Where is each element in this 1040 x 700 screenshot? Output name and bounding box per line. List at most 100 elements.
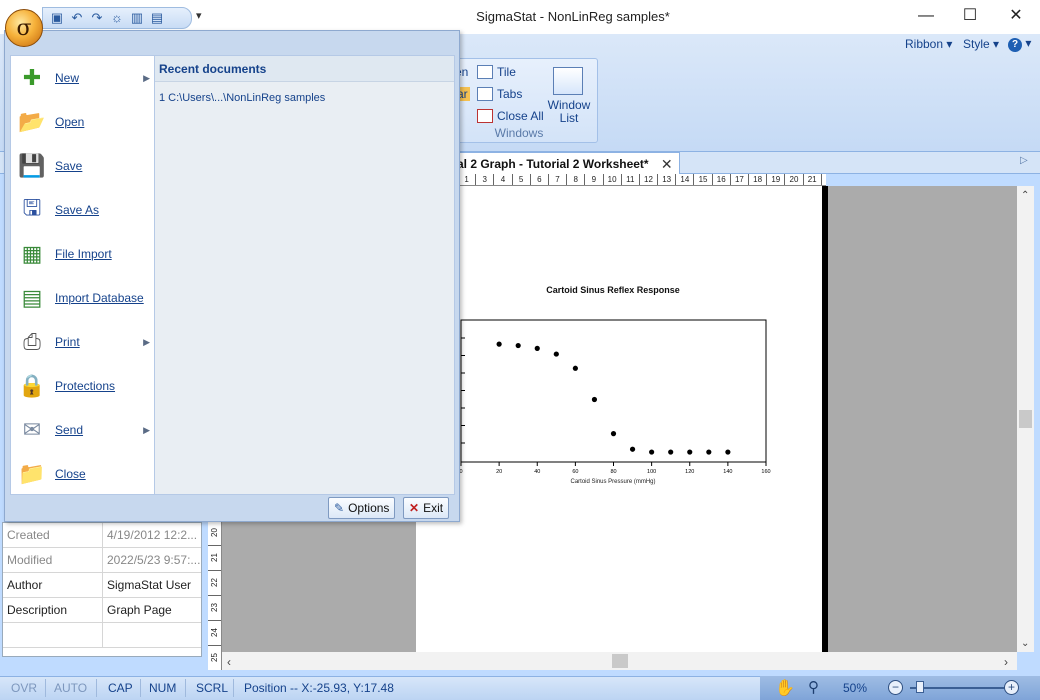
data-point[interactable] — [629, 446, 636, 452]
vertical-scroll-thumb[interactable] — [1019, 410, 1032, 428]
help-button[interactable]: ? ▾ — [1008, 36, 1031, 52]
menu-item-send[interactable]: ✉ Send ▶ — [11, 408, 156, 452]
data-point[interactable] — [725, 449, 731, 455]
menu-item-import-database[interactable]: ▤ Import Database — [11, 276, 156, 320]
horizontal-scroll-thumb[interactable] — [612, 654, 628, 668]
menu-item-close[interactable]: 📁 Close — [11, 452, 156, 496]
recent-document-item[interactable]: 1 C:\Users\...\NonLinReg samples — [159, 92, 325, 104]
zoom-out-icon[interactable]: − — [888, 680, 903, 695]
zoom-in-icon[interactable]: + — [1004, 680, 1019, 695]
chevron-down-icon: ▾ — [993, 37, 1000, 51]
property-row[interactable] — [3, 623, 201, 648]
property-row[interactable]: Description Graph Page — [3, 598, 201, 623]
chart-x-axis-label: Cartoid Sinus Pressure (mmHg) — [570, 479, 656, 485]
zoom-level: 50% — [843, 681, 868, 695]
status-separator — [233, 679, 234, 697]
x-tick-label: 40 — [534, 469, 540, 475]
tab-graph-page[interactable]: al 2 Graph - Tutorial 2 Worksheet* ✕ — [452, 152, 680, 174]
ruler-tick: 18 — [749, 174, 768, 185]
scroll-up-icon[interactable]: ⌃ — [1021, 190, 1029, 201]
window-list-button[interactable]: Window List — [541, 99, 597, 125]
menu-item-save-as[interactable]: 🖫 Save As — [11, 188, 156, 232]
tab-scroll-right-icon[interactable]: ▷ — [1020, 155, 1028, 166]
import-database-icon: ▤ — [21, 285, 43, 310]
data-point[interactable] — [496, 341, 502, 347]
ruler-tick: 9 — [585, 174, 604, 185]
menu-item-open[interactable]: 📂 Open — [11, 100, 156, 144]
data-point[interactable] — [687, 449, 693, 455]
scatter-chart[interactable]: 0 20 40 60 80 100 120 140 160 — [458, 318, 778, 478]
ruler-tick: 1 — [458, 174, 477, 185]
ruler-tick: 11 — [622, 174, 640, 185]
hand-tool-icon[interactable]: ✋ — [775, 678, 795, 698]
close-all-label: Close All — [497, 109, 544, 123]
scroll-down-icon[interactable]: ⌄ — [1021, 638, 1029, 649]
zoom-slider-thumb[interactable] — [916, 681, 924, 693]
printer-icon: ⎙ — [23, 329, 41, 354]
x-tick-label: 100 — [647, 469, 656, 475]
property-key: Created — [3, 523, 103, 547]
ruler-tick: 3 — [476, 174, 495, 185]
data-point[interactable] — [534, 345, 540, 351]
application-button[interactable]: σ — [5, 9, 43, 47]
close-tab-icon[interactable]: ✕ — [661, 153, 673, 175]
minimize-button[interactable]: — — [904, 4, 948, 28]
options-button[interactable]: ✎ Options — [328, 497, 396, 519]
style-menu[interactable]: Style ▾ — [963, 37, 999, 51]
data-point[interactable] — [668, 449, 674, 455]
exit-button[interactable]: ✕ Exit — [403, 497, 450, 519]
property-row[interactable]: Modified 2022/5/23 9:57:... — [3, 548, 201, 573]
zoom-slider[interactable] — [910, 687, 1004, 689]
data-point[interactable] — [591, 396, 598, 403]
ruler-tick: 13 — [658, 174, 677, 185]
application-menu: ✚ New ▶ 📂 Open 💾 Save 🖫 Save As ▦ File Import ▤ Impo… — [4, 30, 460, 522]
window-list-icon[interactable] — [553, 67, 583, 95]
menu-item-print[interactable]: ⎙ Print ▶ — [11, 320, 156, 364]
ruler-tick: 16 — [713, 174, 731, 185]
data-point[interactable] — [649, 449, 655, 455]
options-label: Options — [348, 501, 390, 515]
close-folder-icon: 📁 — [18, 461, 46, 486]
property-row[interactable]: Created 4/19/2012 12:2... — [3, 523, 201, 548]
tabs-button[interactable]: Tabs — [477, 87, 522, 101]
tile-label: Tile — [497, 65, 516, 79]
property-value: SigmaStat User — [107, 578, 192, 592]
submenu-arrow-icon: ▶ — [143, 336, 150, 347]
maximize-button[interactable]: ☐ — [948, 4, 992, 28]
status-cap: CAP — [108, 681, 133, 695]
submenu-arrow-icon: ▶ — [143, 424, 150, 435]
tile-button[interactable]: Tile — [477, 65, 516, 79]
scroll-left-icon[interactable]: ‹ — [227, 655, 231, 669]
help-icon: ? — [1008, 38, 1022, 52]
property-value — [103, 623, 201, 647]
title-bar: ▣ ↶ ↷ ☼ ▥ ▤ ▾ SigmaStat - NonLinReg samp… — [0, 0, 1040, 34]
scroll-right-icon[interactable]: › — [1004, 655, 1008, 669]
close-all-button[interactable]: Close All — [477, 109, 544, 123]
chart-title: Cartoid Sinus Reflex Response — [546, 285, 680, 295]
application-menu-commands: ✚ New ▶ 📂 Open 💾 Save 🖫 Save As ▦ File Import ▤ Impo… — [10, 55, 155, 495]
property-value: 4/19/2012 12:2... — [107, 528, 198, 542]
menu-item-new[interactable]: ✚ New ▶ — [11, 56, 156, 100]
ribbon-menu[interactable]: Ribbon ▾ — [905, 37, 952, 51]
menu-item-file-import[interactable]: ▦ File Import — [11, 232, 156, 276]
menu-item-label: Print — [55, 335, 80, 349]
close-all-icon — [477, 109, 493, 123]
property-value: Graph Page — [107, 603, 172, 617]
menu-item-save[interactable]: 💾 Save — [11, 144, 156, 188]
data-point[interactable] — [610, 431, 617, 437]
style-menu-label: Style — [963, 37, 990, 51]
menu-item-protections[interactable]: 🔒 Protections — [11, 364, 156, 408]
property-row[interactable]: Author SigmaStat User — [3, 573, 201, 598]
property-key: Description — [3, 598, 103, 622]
close-window-button[interactable]: ✕ — [994, 4, 1038, 28]
data-point[interactable] — [706, 449, 712, 455]
data-point[interactable] — [515, 342, 521, 349]
save-as-icon: 🖫 — [22, 195, 42, 220]
data-point[interactable] — [572, 365, 578, 371]
status-separator — [185, 679, 186, 697]
data-point[interactable] — [553, 351, 559, 357]
status-position: Position -- X:-25.93, Y:17.48 — [244, 681, 394, 695]
magnifier-icon[interactable]: ⚲ — [808, 678, 819, 696]
ruler-tick: 7 — [549, 174, 568, 185]
menu-item-label: Close — [55, 467, 86, 481]
